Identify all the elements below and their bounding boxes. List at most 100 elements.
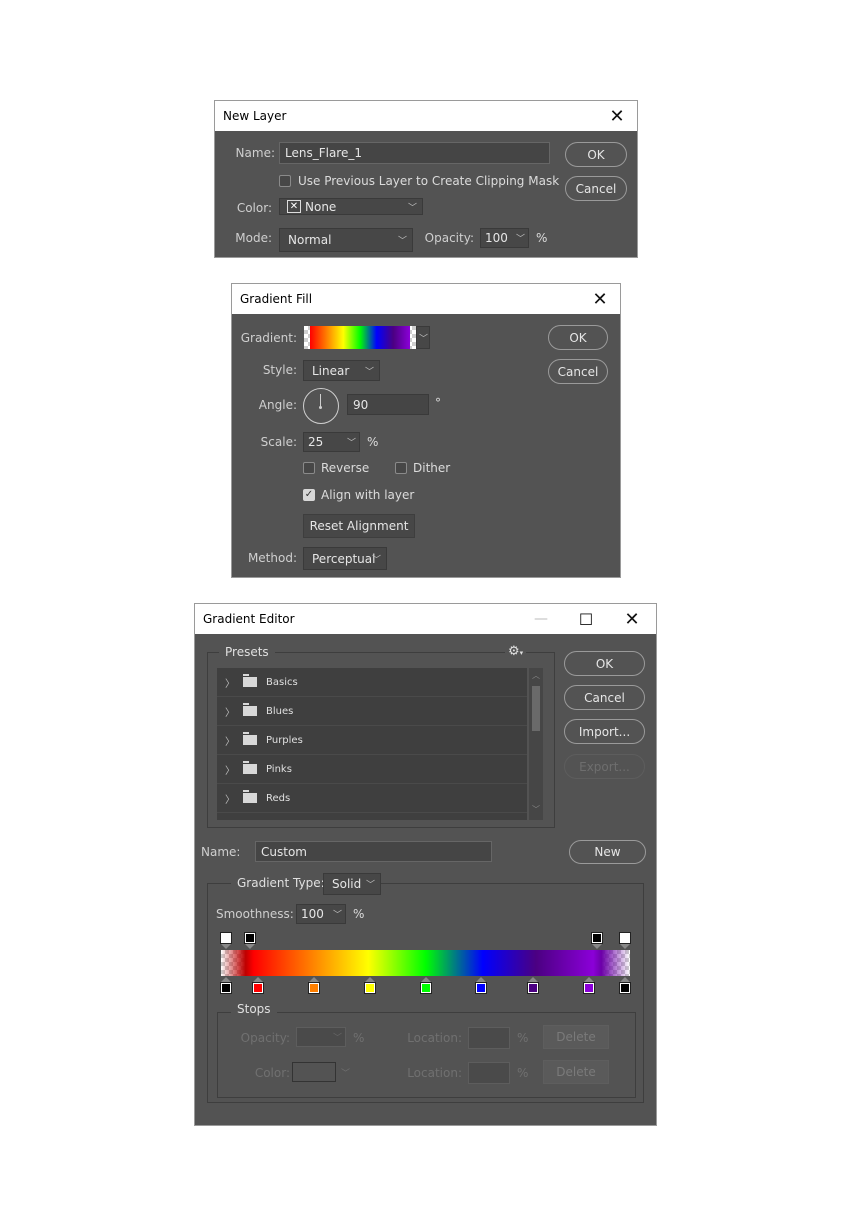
opacity-delete-button[interactable]: Delete — [543, 1025, 609, 1049]
opacity-stop[interactable] — [220, 932, 232, 949]
reverse-label: Reverse — [321, 461, 370, 475]
smoothness-input[interactable]: 100 ﹀ — [296, 904, 346, 924]
color-stop[interactable] — [475, 977, 488, 994]
preset-folder[interactable]: 〉 Pinks — [217, 755, 527, 784]
close-icon[interactable]: ✕ — [580, 284, 620, 314]
dither-checkbox[interactable] — [395, 462, 407, 474]
dialog-title: Gradient Editor — [203, 612, 295, 626]
gradient-dropdown-button[interactable]: ﹀ — [416, 326, 430, 349]
angle-dial[interactable] — [303, 388, 339, 424]
gradient-name-input[interactable]: Custom — [255, 841, 492, 862]
new-button[interactable]: New — [569, 840, 646, 864]
color-stop-swatch — [307, 982, 320, 994]
smoothness-label: Smoothness: — [216, 907, 294, 921]
color-stop[interactable] — [363, 977, 376, 994]
opacity-value: 100 — [485, 231, 508, 245]
color-stop[interactable] — [307, 977, 320, 994]
align-with-layer-checkbox[interactable]: ✓ — [303, 489, 315, 501]
clipping-mask-checkbox[interactable] — [279, 175, 291, 187]
chevron-down-icon[interactable]: ﹀ — [347, 436, 356, 449]
chevron-right-icon[interactable]: 〉 — [225, 675, 237, 690]
close-icon[interactable]: ✕ — [597, 101, 637, 131]
export-button[interactable]: Export... — [564, 754, 645, 779]
chevron-down-icon: ﹀ — [397, 236, 407, 247]
mode-select[interactable]: Normal ﹀ — [279, 228, 413, 252]
color-stop-swatch — [619, 982, 631, 994]
color-stop[interactable] — [583, 977, 596, 994]
cancel-button[interactable]: Cancel — [565, 176, 627, 201]
reverse-checkbox[interactable] — [303, 462, 315, 474]
minimize-icon[interactable]: — — [521, 604, 561, 634]
preset-folder[interactable]: 〉 Basics — [217, 668, 527, 697]
presets-scrollbar[interactable]: ︿ ﹀ — [529, 668, 543, 820]
opacity-stop[interactable] — [591, 932, 604, 949]
cancel-button[interactable]: Cancel — [564, 685, 645, 710]
opacity-stop[interactable] — [243, 932, 256, 949]
ok-button[interactable]: OK — [564, 651, 645, 676]
opacity-input[interactable]: 100 ﹀ — [480, 228, 529, 248]
scrollbar-thumb[interactable] — [532, 686, 540, 731]
opacity-location-label: Location: — [407, 1031, 462, 1045]
opacity-stop-pointer — [592, 944, 603, 949]
angle-label: Angle: — [258, 398, 297, 412]
preset-folder[interactable]: 〉 Purples — [217, 726, 527, 755]
method-value: Perceptual — [312, 551, 376, 566]
scale-label: Scale: — [260, 435, 297, 449]
smoothness-unit: % — [353, 907, 365, 921]
preset-folder[interactable]: 〉 Reds — [217, 784, 527, 813]
dialog-title: Gradient Fill — [240, 292, 313, 306]
color-stop-swatch — [220, 982, 232, 994]
gradient-type-value: Solid — [332, 877, 362, 891]
color-stops-track[interactable] — [220, 977, 631, 995]
chevron-down-icon[interactable]: ﹀ — [516, 232, 525, 245]
color-stop[interactable] — [220, 977, 232, 994]
ok-button[interactable]: OK — [548, 325, 608, 350]
maximize-icon[interactable]: ☐ — [566, 604, 606, 634]
color-stop-pointer — [620, 977, 630, 982]
chevron-right-icon[interactable]: 〉 — [225, 733, 237, 748]
opacity-stops-track[interactable] — [220, 932, 631, 949]
clipping-mask-label: Use Previous Layer to Create Clipping Ma… — [298, 174, 560, 188]
import-button[interactable]: Import... — [564, 719, 645, 744]
chevron-down-icon: ﹀ — [407, 203, 417, 213]
opacity-stop[interactable] — [619, 932, 631, 949]
color-stop-pointer — [252, 977, 263, 982]
gear-icon[interactable]: ⚙▾ — [505, 644, 527, 659]
color-stop[interactable] — [419, 977, 432, 994]
presets-label: Presets — [219, 645, 275, 659]
gradient-preview[interactable] — [304, 326, 416, 349]
scroll-down-icon[interactable]: ﹀ — [532, 804, 540, 815]
gradient-bar[interactable] — [221, 950, 630, 976]
style-select[interactable]: Linear ﹀ — [303, 360, 380, 381]
preset-label: Blues — [266, 705, 294, 717]
chevron-down-icon: ﹀ — [364, 367, 374, 377]
color-stop-pointer — [584, 977, 595, 982]
new-layer-titlebar: New Layer ✕ — [215, 101, 637, 131]
color-location-label: Location: — [407, 1066, 462, 1080]
chevron-right-icon[interactable]: 〉 — [225, 762, 237, 777]
chevron-right-icon[interactable]: 〉 — [225, 704, 237, 719]
reset-alignment-button[interactable]: Reset Alignment — [303, 514, 415, 538]
angle-input[interactable]: 90 — [347, 394, 429, 415]
chevron-down-icon[interactable]: ﹀ — [333, 908, 342, 921]
scale-input[interactable]: 25 ﹀ — [303, 432, 360, 452]
color-location-input — [468, 1062, 510, 1084]
scale-unit: % — [367, 435, 379, 449]
ok-button[interactable]: OK — [565, 142, 627, 167]
scroll-up-icon[interactable]: ︿ — [532, 670, 540, 681]
color-stop[interactable] — [527, 977, 540, 994]
color-delete-button[interactable]: Delete — [543, 1060, 609, 1084]
color-stop[interactable] — [251, 977, 264, 994]
chevron-right-icon[interactable]: 〉 — [225, 791, 237, 806]
gradient-type-select[interactable]: Solid ﹀ — [323, 873, 381, 895]
method-select[interactable]: Perceptual ﹀ — [303, 547, 387, 570]
chevron-down-icon: ﹀ — [418, 334, 428, 344]
cancel-button[interactable]: Cancel — [548, 359, 608, 384]
close-icon[interactable]: ✕ — [612, 604, 652, 634]
layer-name-input[interactable]: Lens_Flare_1 — [279, 142, 550, 164]
color-stop[interactable] — [619, 977, 631, 994]
color-select[interactable]: ✕ None ﹀ — [279, 198, 423, 215]
folder-icon — [243, 703, 257, 716]
preset-folder[interactable]: 〉 Blues — [217, 697, 527, 726]
scale-value: 25 — [308, 435, 324, 449]
